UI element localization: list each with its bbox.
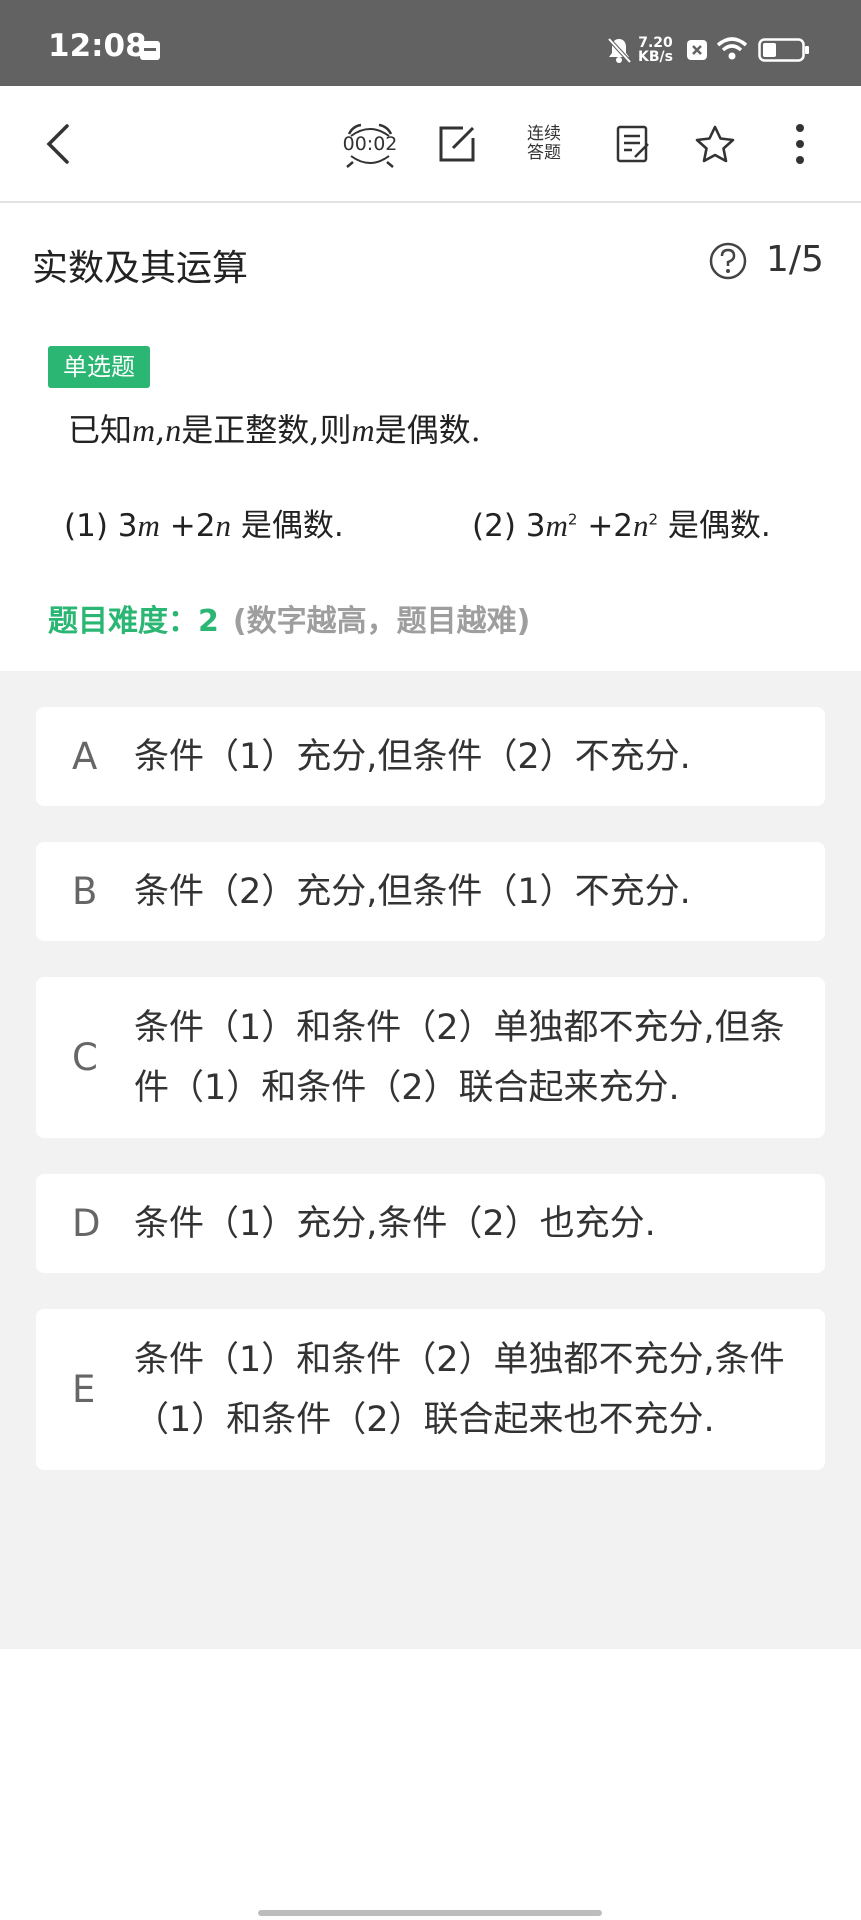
battery-icon (758, 38, 810, 66)
more-button[interactable] (780, 86, 820, 201)
status-bar: 12:08 7.20 KB/s (0, 0, 861, 86)
condition-var: n (633, 508, 649, 543)
bell-muted-icon (606, 36, 632, 68)
condition-op: +2 (587, 508, 634, 544)
option-letter: A (72, 735, 98, 778)
title-row: 实数及其运算 1/5 (0, 201, 861, 319)
condition-var: m (545, 508, 568, 543)
continuous-line1: 连续 (527, 123, 561, 144)
timer-button[interactable]: 00:02 (340, 86, 400, 201)
net-speed-value: 7.20 (638, 35, 673, 51)
option-letter: D (72, 1202, 101, 1245)
option-text: 条件（1）充分,条件（2）也充分. (134, 1203, 656, 1244)
top-toolbar: 00:02 连续 答题 (0, 86, 861, 203)
condition-label: (2) (472, 508, 516, 544)
x-box-icon (686, 39, 708, 65)
net-speed: 7.20 KB/s (638, 36, 673, 64)
answer-sheet-button[interactable] (608, 86, 658, 201)
condition-op: +2 (169, 508, 216, 544)
answer-sheet-icon (616, 125, 649, 162)
question-stem: 已知m,n是正整数,则m是偶数. (68, 405, 481, 451)
option-a[interactable]: A 条件（1）充分,但条件（2）不充分. (36, 707, 825, 806)
difficulty-label: 题目难度：2 (48, 604, 219, 639)
option-b[interactable]: B 条件（2）充分,但条件（1）不充分. (36, 842, 825, 941)
timer-value: 00:02 (342, 133, 398, 155)
stem-text: 是偶数. (374, 411, 481, 449)
back-icon (46, 123, 69, 164)
condition-coef: 3 (117, 508, 138, 544)
page-title: 实数及其运算 (32, 248, 249, 289)
option-d[interactable]: D 条件（1）充分,条件（2）也充分. (36, 1174, 825, 1273)
continuous-line2: 答题 (527, 142, 561, 163)
stem-text: 已知 (68, 411, 133, 449)
condition-var: n (215, 508, 231, 543)
wifi-icon (716, 36, 748, 66)
edit-button[interactable] (432, 86, 482, 201)
condition-2: (2) 3m2 +2n2 是偶数. (472, 500, 771, 545)
back-button[interactable] (30, 86, 86, 201)
question-mark-icon (709, 242, 747, 280)
condition-coef: 3 (525, 508, 546, 544)
difficulty-hint: (数字越高，题目越难) (232, 604, 531, 639)
continuous-answer-button[interactable]: 连续 答题 (514, 86, 574, 201)
option-text: 条件（1）充分,但条件（2）不充分. (134, 736, 691, 777)
home-indicator[interactable] (258, 1910, 602, 1916)
net-speed-unit: KB/s (638, 49, 673, 65)
option-letter: E (72, 1368, 96, 1411)
stem-var: n (165, 412, 182, 448)
condition-exponent: 2 (648, 510, 659, 529)
option-letter: B (72, 870, 98, 913)
option-text: 条件（1）和条件（2）单独都不充分,但条件（1）和条件（2）联合起来充分. (134, 1007, 785, 1108)
question-counter: 1/5 (766, 239, 824, 280)
difficulty-line: 题目难度：2 (数字越高，题目越难) (48, 596, 530, 640)
condition-label: (1) (64, 508, 108, 544)
condition-tail: 是偶数. (667, 508, 771, 544)
status-time: 12:08 (48, 28, 147, 64)
condition-var: m (137, 508, 160, 543)
edit-icon (439, 126, 475, 161)
option-c[interactable]: C 条件（1）和条件（2）单独都不充分,但条件（1）和条件（2）联合起来充分. (36, 977, 825, 1138)
more-icon (796, 123, 804, 164)
condition-tail: 是偶数. (240, 508, 344, 544)
option-letter: C (72, 1036, 98, 1079)
condition-1: (1) 3m +2n 是偶数. (64, 500, 344, 545)
calendar-icon (138, 38, 162, 66)
condition-exponent: 2 (567, 510, 578, 529)
favorite-button[interactable] (690, 86, 740, 201)
star-icon (695, 125, 735, 162)
option-text: 条件（1）和条件（2）单独都不充分,条件（1）和条件（2）联合起来也不充分. (134, 1339, 785, 1440)
stem-text: 是正整数,则 (181, 411, 352, 449)
option-text: 条件（2）充分,但条件（1）不充分. (134, 871, 691, 912)
help-button[interactable] (708, 241, 748, 285)
options-area: A 条件（1）充分,但条件（2）不充分. B 条件（2）充分,但条件（1）不充分… (0, 671, 861, 1649)
stem-text: , (155, 411, 166, 449)
stem-var: m (351, 412, 375, 448)
stem-var: m (132, 412, 156, 448)
option-e[interactable]: E 条件（1）和条件（2）单独都不充分,条件（1）和条件（2）联合起来也不充分. (36, 1309, 825, 1470)
question-type-badge: 单选题 (48, 346, 150, 388)
